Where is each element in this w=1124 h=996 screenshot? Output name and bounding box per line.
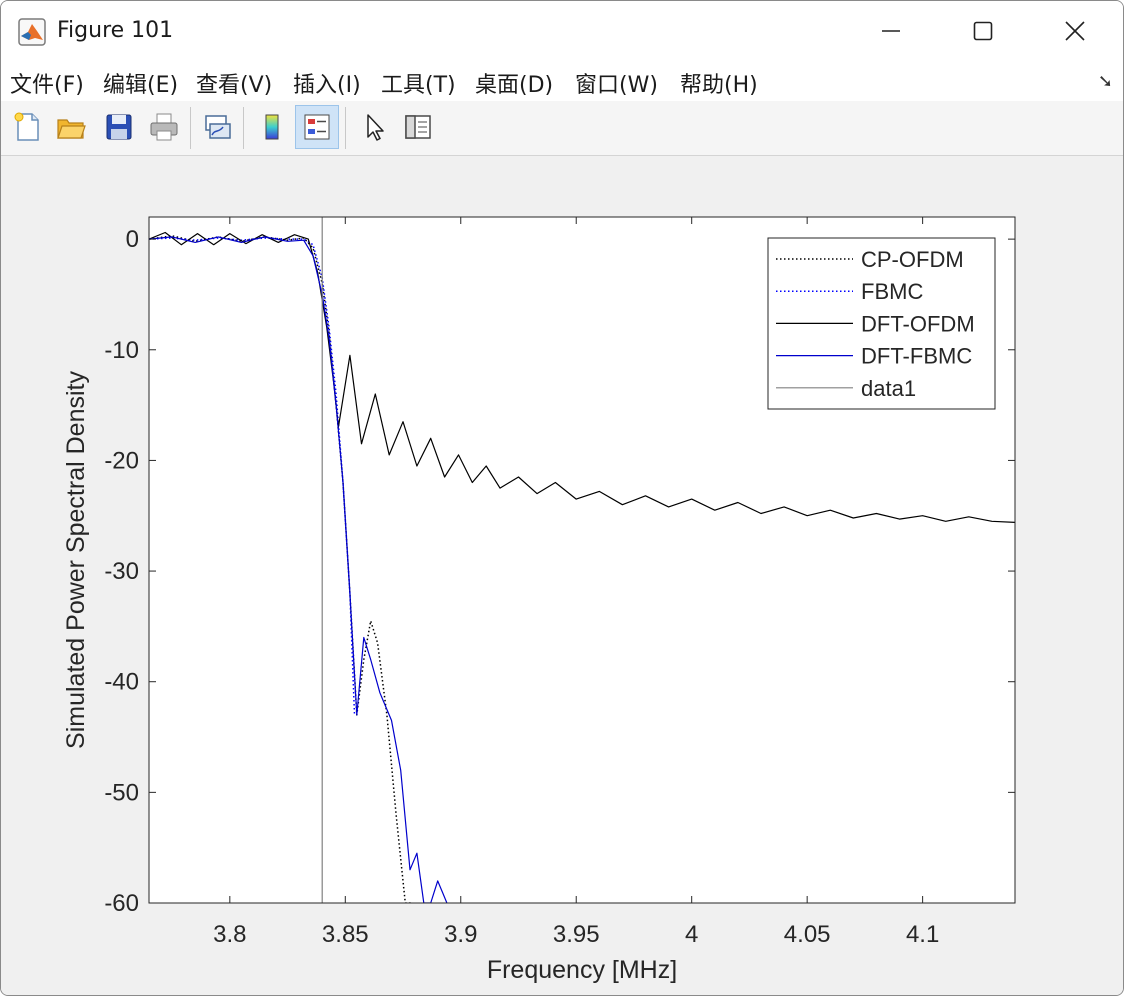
insert-legend-icon: [304, 114, 330, 140]
x-tick-label: 3.8: [213, 921, 246, 948]
insert-colorbar-icon: [265, 114, 279, 140]
title-bar: Figure 101: [1, 1, 1123, 61]
open-file-button[interactable]: [49, 105, 93, 149]
legend-entry-label: CP-OFDM: [861, 247, 964, 272]
save-button[interactable]: [97, 105, 141, 149]
new-figure-icon: [14, 112, 39, 141]
property-inspector-button[interactable]: [396, 105, 440, 149]
link-plot-button[interactable]: [195, 105, 239, 149]
edit-plot-icon: [367, 114, 384, 141]
x-tick-label: 3.85: [322, 921, 369, 948]
maximize-button[interactable]: [937, 1, 1029, 61]
print-button[interactable]: [142, 105, 186, 149]
close-icon: [1065, 21, 1085, 41]
y-tick-label: -10: [104, 337, 139, 364]
y-tick-label: -60: [104, 890, 139, 917]
save-icon: [106, 114, 132, 140]
menu-file[interactable]: 文件(F): [10, 67, 84, 99]
x-tick-label: 4: [685, 921, 698, 948]
insert-colorbar-button[interactable]: [250, 105, 294, 149]
menu-tools[interactable]: 工具(T): [381, 67, 456, 99]
link-plot-icon: [205, 115, 231, 139]
undock-arrow-icon[interactable]: ➘: [1098, 71, 1113, 92]
y-tick-label: 0: [126, 226, 139, 253]
x-tick-label: 3.9: [444, 921, 477, 948]
new-figure-button[interactable]: [5, 105, 49, 149]
minimize-icon: [882, 30, 900, 32]
menu-help[interactable]: 帮助(H): [680, 67, 758, 99]
edit-plot-button[interactable]: [352, 105, 396, 149]
window-title: Figure 101: [57, 18, 174, 43]
menu-insert[interactable]: 插入(I): [293, 67, 361, 99]
y-axis-label: Simulated Power Spectral Density: [62, 371, 90, 749]
open-file-icon: [57, 119, 86, 139]
x-tick-label: 3.95: [553, 921, 600, 948]
property-inspector-icon: [405, 115, 431, 139]
menu-window[interactable]: 窗口(W): [575, 67, 658, 99]
maximize-icon: [973, 21, 993, 41]
menu-bar: 文件(F) 编辑(E) 查看(V) 插入(I) 工具(T) 桌面(D) 窗口(W…: [1, 61, 1123, 101]
y-tick-label: -50: [104, 779, 139, 806]
menu-edit[interactable]: 编辑(E): [103, 67, 178, 99]
print-icon: [150, 113, 178, 141]
figure-window: Figure 101 文件(F) 编辑(E) 查看(V) 插入(I) 工具(T)…: [0, 0, 1124, 996]
matlab-logo-icon: [18, 18, 46, 46]
legend[interactable]: CP-OFDM FBMC DFT-OFDM DFT-FBMC data1: [767, 237, 996, 410]
plot-svg: 3.8 3.85 3.9 3.95 4 4.05 4.1 0 -10 -20 -30 -40 -50 -6…: [62, 216, 1016, 984]
figure-toolbar: [1, 101, 1123, 156]
x-axis-label: Frequency [MHz]: [487, 956, 677, 984]
legend-entry-label: FBMC: [861, 279, 923, 304]
x-tick-label: 4.1: [906, 921, 939, 948]
figure-canvas: 3.8 3.85 3.9 3.95 4 4.05 4.1 0 -10 -20 -30 -40 -50 -6…: [1, 156, 1123, 995]
legend-entry-label: DFT-OFDM: [861, 311, 975, 336]
insert-legend-button[interactable]: [295, 105, 339, 149]
menu-view[interactable]: 查看(V): [196, 67, 272, 99]
menu-desktop[interactable]: 桌面(D): [475, 67, 553, 99]
legend-entry-label: DFT-FBMC: [861, 344, 972, 369]
y-tick-label: -30: [104, 558, 139, 585]
toolbar-separator: [345, 107, 346, 149]
legend-entry-label: data1: [861, 376, 916, 401]
close-button[interactable]: [1029, 1, 1121, 61]
toolbar-separator: [243, 107, 244, 149]
y-tick-label: -40: [104, 669, 139, 696]
minimize-button[interactable]: [845, 1, 937, 61]
y-tick-label: -20: [104, 447, 139, 474]
toolbar-separator: [190, 107, 191, 149]
x-tick-label: 4.05: [784, 921, 831, 948]
